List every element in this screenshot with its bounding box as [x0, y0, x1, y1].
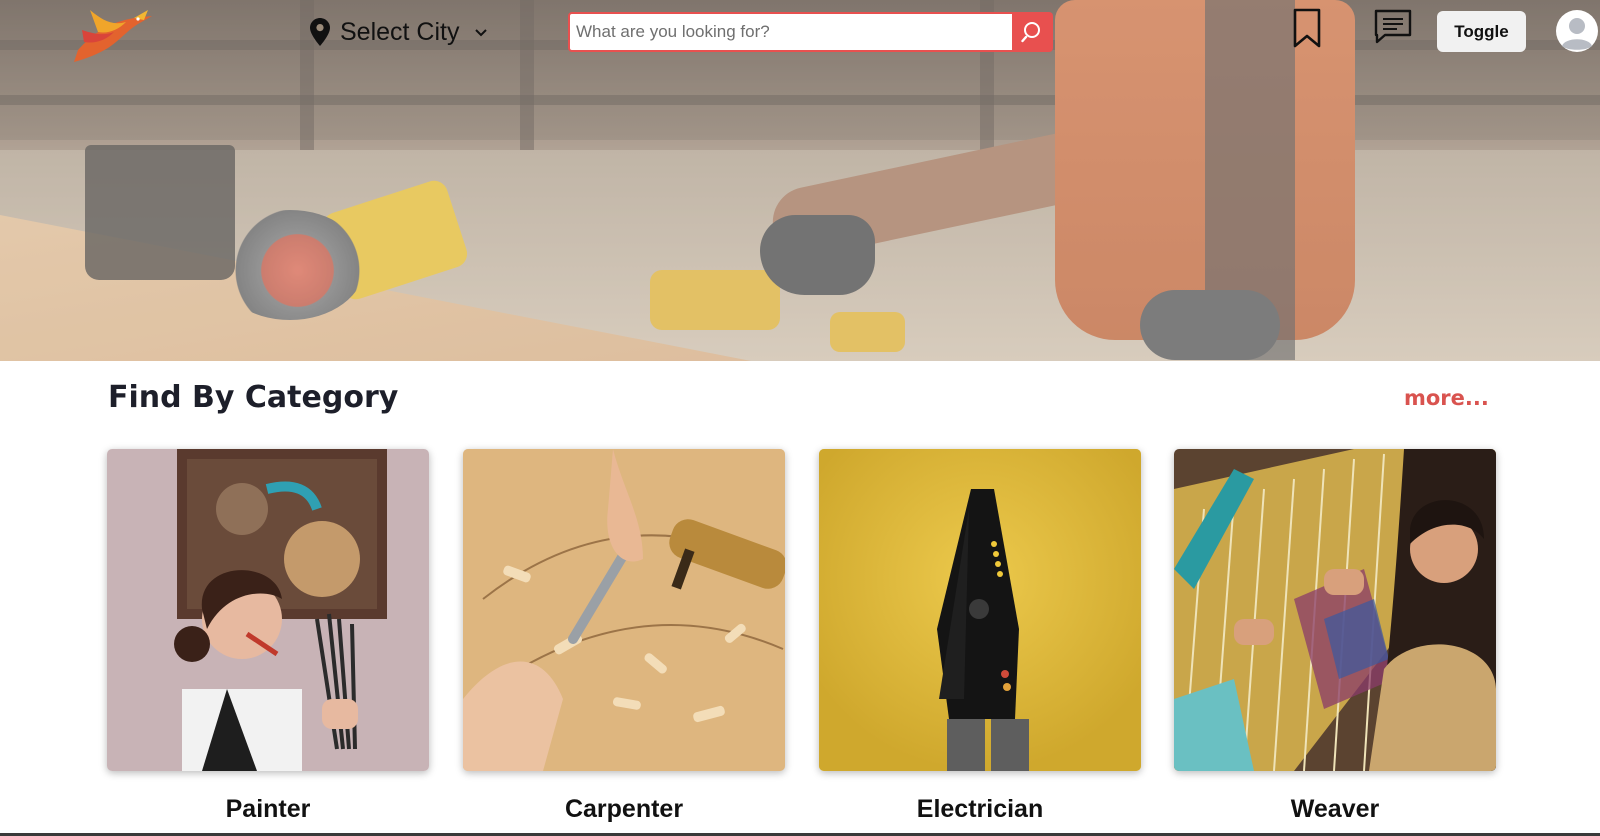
weaver-image — [1174, 449, 1496, 771]
search-input[interactable] — [568, 12, 1012, 52]
painter-image — [107, 449, 429, 771]
toggle-button[interactable]: Toggle — [1437, 11, 1526, 52]
bookmark-icon[interactable] — [1290, 8, 1324, 48]
search-button[interactable] — [1012, 12, 1053, 52]
search-icon — [1020, 22, 1040, 43]
chevron-down-icon — [475, 29, 488, 37]
hero-overlay — [0, 0, 1600, 361]
hero-banner — [0, 0, 1600, 361]
category-label: Carpenter — [564, 795, 684, 823]
user-avatar-icon[interactable] — [1555, 9, 1599, 53]
search-bar — [568, 12, 1053, 52]
phoenix-logo-icon[interactable] — [68, 0, 160, 66]
section-title: Find By Category — [108, 380, 399, 415]
category-card-electrician[interactable] — [819, 449, 1141, 771]
category-card-carpenter[interactable] — [463, 449, 785, 771]
category-card-painter[interactable] — [107, 449, 429, 771]
chat-bubble-icon[interactable] — [1373, 8, 1413, 46]
category-label: Weaver — [1290, 795, 1380, 823]
more-link[interactable]: more... — [1404, 386, 1489, 410]
city-selector-label: Select City — [340, 17, 460, 46]
city-selector[interactable]: Select City — [310, 12, 489, 52]
map-pin-icon — [310, 18, 330, 46]
category-label: Painter — [225, 795, 311, 823]
electrician-image — [819, 449, 1141, 771]
carpenter-image — [463, 449, 785, 771]
category-card-weaver[interactable] — [1174, 449, 1496, 771]
category-label: Electrician — [916, 795, 1044, 823]
